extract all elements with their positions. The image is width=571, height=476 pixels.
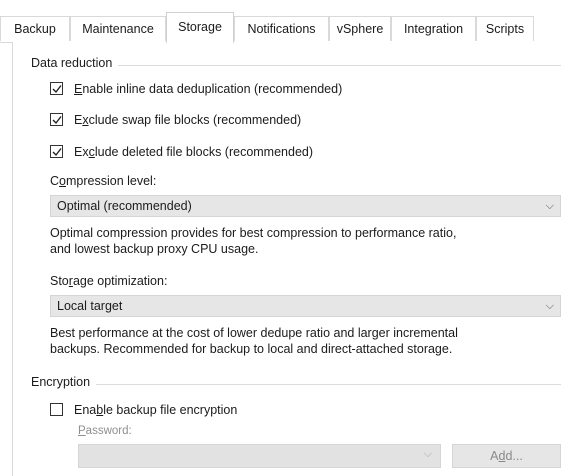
compression-level-select[interactable]: Optimal (recommended) ⌵	[50, 195, 561, 217]
password-label: Password:	[78, 425, 132, 437]
group-separator	[32, 384, 561, 385]
description-line: backups. Recommended for backup to local…	[50, 342, 453, 356]
tab-integration[interactable]: Integration	[391, 16, 476, 41]
checkmark-icon	[52, 85, 62, 94]
compression-level-value: Optimal (recommended)	[57, 199, 192, 213]
deleted-checkbox[interactable]	[50, 145, 63, 158]
tab-label: Notifications	[247, 22, 316, 36]
password-select[interactable]: ⌵	[78, 444, 441, 468]
description-line: and lowest backup proxy CPU usage.	[50, 242, 259, 256]
add-password-button[interactable]: Add...	[452, 444, 561, 468]
chevron-down-icon: ⌵	[545, 300, 554, 312]
description-line: Best performance at the cost of lower de…	[50, 326, 458, 340]
tab-label: Maintenance	[82, 22, 154, 36]
data-reduction-group-title: Data reduction	[31, 56, 119, 70]
tab-storage[interactable]: Storage	[166, 12, 234, 43]
storage-optimization-select[interactable]: Local target ⌵	[50, 295, 561, 317]
chevron-down-icon: ⌵	[423, 448, 432, 460]
tab-vsphere[interactable]: vSphere	[329, 16, 391, 41]
chevron-down-icon: ⌵	[545, 200, 554, 212]
checkmark-icon	[52, 116, 62, 125]
description-line: Optimal compression provides for best co…	[50, 226, 457, 240]
tab-bar: Backup Maintenance Storage Notifications…	[0, 12, 571, 43]
encryption-label: Enable backup file encryption	[74, 403, 238, 417]
tab-scripts[interactable]: Scripts	[476, 16, 534, 41]
compression-level-label: Compression level:	[50, 174, 157, 188]
swap-label: Exclude swap file blocks (recommended)	[74, 113, 302, 127]
swap-checkbox[interactable]	[50, 113, 63, 126]
deleted-label: Exclude deleted file blocks (recommended…	[74, 145, 314, 159]
tab-label: Integration	[403, 22, 464, 36]
tab-notifications[interactable]: Notifications	[234, 16, 329, 41]
tab-label: Storage	[178, 20, 222, 34]
encryption-checkbox[interactable]	[50, 403, 63, 416]
tab-label: vSphere	[336, 22, 384, 36]
tab-label: Backup	[14, 22, 56, 36]
tab-maintenance[interactable]: Maintenance	[70, 16, 166, 41]
encryption-group-title: Encryption	[31, 375, 97, 389]
storage-optimization-label: Storage optimization:	[50, 274, 168, 288]
dedup-label: Enable inline data deduplication (recomm…	[74, 82, 343, 96]
storage-optimization-value: Local target	[57, 299, 123, 313]
checkmark-icon	[52, 148, 62, 157]
storage-description: Best performance at the cost of lower de…	[50, 325, 555, 357]
tab-label: Scripts	[485, 22, 525, 36]
dedup-checkbox[interactable]	[50, 82, 63, 95]
compression-description: Optimal compression provides for best co…	[50, 225, 555, 257]
tab-backup[interactable]: Backup	[0, 16, 70, 41]
